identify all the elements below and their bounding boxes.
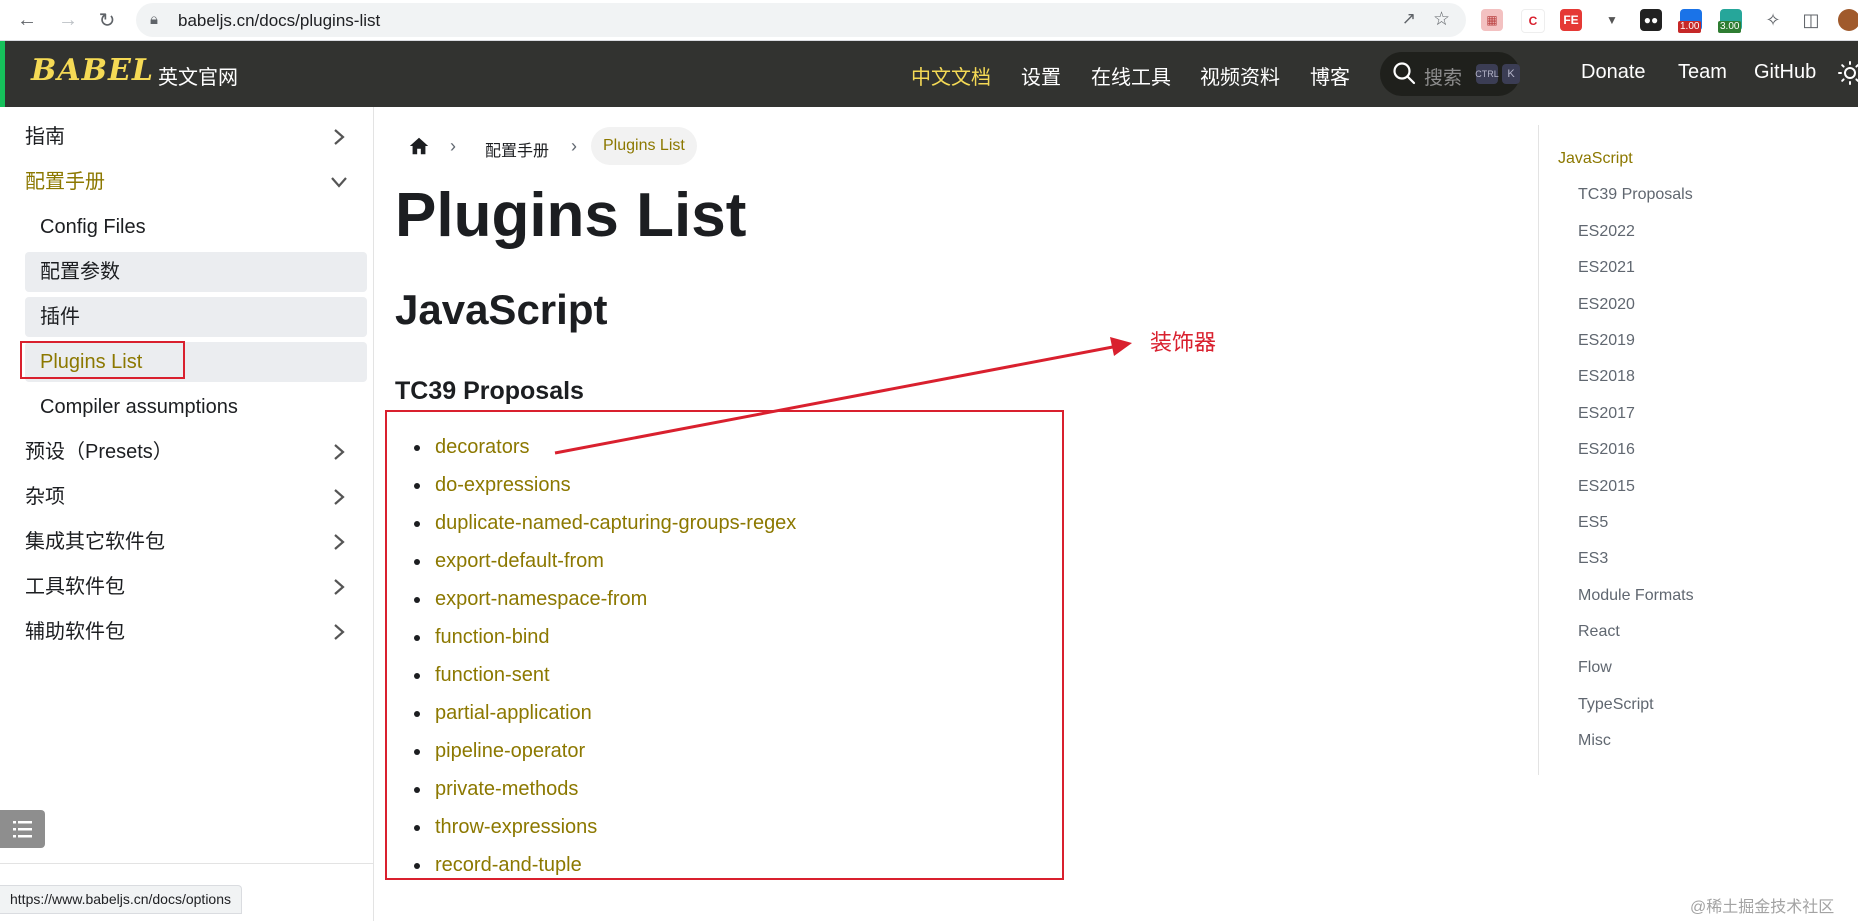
site-navbar: BABEL 英文官网 中文文档 设置 在线工具 视频资料 博客 搜索 CTRL … <box>0 41 1858 107</box>
annotation-label: 装饰器 <box>1150 330 1217 355</box>
extension-icon-1[interactable]: ▦ <box>1481 9 1503 31</box>
reload-icon[interactable]: ↻ <box>94 7 120 33</box>
chevron-right-icon[interactable] <box>329 622 349 642</box>
toc-item-es2016[interactable]: ES2016 <box>1578 441 1635 459</box>
toc-item-react[interactable]: React <box>1578 623 1620 641</box>
nav-english-site-link[interactable]: 英文官网 <box>158 61 238 90</box>
nav-item-blog[interactable]: 博客 <box>1310 61 1350 90</box>
search-button[interactable]: 搜索 CTRL K <box>1380 52 1520 96</box>
kbd-ctrl: CTRL <box>1475 64 1499 84</box>
extension-badge-2: 3.00 <box>1718 21 1742 33</box>
chevron-right-icon[interactable] <box>329 442 349 462</box>
sidebar-item-config-manual[interactable]: 配置手册 <box>25 162 367 202</box>
sidebar-item-tooling[interactable]: 工具软件包 <box>25 567 367 607</box>
toc-item-flow[interactable]: Flow <box>1578 659 1612 677</box>
sidebar-item-presets[interactable]: 预设（Presets） <box>25 432 367 472</box>
extensions-puzzle-icon[interactable]: ✧ <box>1762 9 1784 31</box>
docs-sidebar: 指南 配置手册 Config Files 配置参数 插件 Plugins Lis… <box>0 107 374 921</box>
bookmark-star-icon[interactable]: ☆ <box>1433 8 1450 31</box>
kbd-k: K <box>1502 64 1520 84</box>
lock-icon[interactable]: 🔒︎ <box>150 11 158 28</box>
browser-toolbar: ← → ↻ 🔒︎ babeljs.cn/docs/plugins-list ↗ … <box>0 0 1858 41</box>
toc-item-tc39-proposals[interactable]: TC39 Proposals <box>1578 186 1693 204</box>
nav-item-donate[interactable]: Donate <box>1581 61 1646 84</box>
toc-item-es3[interactable]: ES3 <box>1578 550 1608 568</box>
nav-item-setup[interactable]: 设置 <box>1021 61 1061 90</box>
sidebar-item-guide[interactable]: 指南 <box>25 117 367 157</box>
toc-item-javascript[interactable]: JavaScript <box>1558 150 1633 168</box>
sidebar-item-config-files[interactable]: Config Files <box>25 207 367 247</box>
sidebar-item-label: 预设（Presets） <box>25 441 173 463</box>
toc-item-es2017[interactable]: ES2017 <box>1578 405 1635 423</box>
sidebar-item-label: 指南 <box>25 126 65 148</box>
navbar-accent-strip <box>0 41 5 107</box>
section-heading-javascript: JavaScript <box>395 286 608 333</box>
breadcrumb-item-current: Plugins List <box>591 127 697 165</box>
extension-icon-2[interactable]: C <box>1521 9 1545 33</box>
chevron-right-icon[interactable] <box>329 487 349 507</box>
sidebar-item-integrations[interactable]: 集成其它软件包 <box>25 522 367 562</box>
sidebar-item-misc[interactable]: 杂项 <box>25 477 367 517</box>
nav-item-docs[interactable]: 中文文档 <box>911 61 991 90</box>
toc-divider <box>1538 125 1539 775</box>
address-bar[interactable]: 🔒︎ babeljs.cn/docs/plugins-list ↗ ☆ <box>136 3 1466 37</box>
url-text[interactable]: babeljs.cn/docs/plugins-list <box>178 11 380 31</box>
profile-avatar[interactable] <box>1838 9 1858 31</box>
toc-item-es2022[interactable]: ES2022 <box>1578 223 1635 241</box>
extension-icon-fe[interactable]: FE <box>1560 9 1582 31</box>
nav-item-tools[interactable]: 在线工具 <box>1091 61 1171 90</box>
chevron-right-icon[interactable] <box>329 127 349 147</box>
toc-item-es2021[interactable]: ES2021 <box>1578 259 1635 277</box>
sidebar-item-label: 配置手册 <box>25 171 105 193</box>
extension-badge-1: 1.00 <box>1678 21 1702 33</box>
toc-item-es5[interactable]: ES5 <box>1578 514 1608 532</box>
chevron-right-icon[interactable] <box>329 532 349 552</box>
breadcrumb-item-config-manual[interactable]: 配置手册 <box>485 137 549 161</box>
extension-icon-vue[interactable]: ▼ <box>1601 9 1623 31</box>
list-icon <box>13 821 32 838</box>
sidebar-item-label: 杂项 <box>25 486 65 508</box>
babel-logo[interactable]: BABEL <box>31 53 154 88</box>
sidebar-item-options[interactable]: 配置参数 <box>25 252 367 292</box>
toc-toggle-button[interactable] <box>0 810 45 848</box>
sidebar-item-label: 辅助软件包 <box>25 621 125 643</box>
home-icon[interactable] <box>408 135 430 157</box>
share-icon[interactable]: ↗ <box>1402 9 1416 29</box>
theme-toggle-icon[interactable] <box>1838 61 1858 85</box>
toc-item-es2015[interactable]: ES2015 <box>1578 478 1635 496</box>
toc-item-misc[interactable]: Misc <box>1578 732 1611 750</box>
nav-item-github[interactable]: GitHub <box>1754 61 1816 84</box>
breadcrumb-separator-icon: › <box>571 136 577 156</box>
search-placeholder: 搜索 <box>1424 68 1463 89</box>
back-icon[interactable]: ← <box>14 7 40 33</box>
toc-item-es2020[interactable]: ES2020 <box>1578 296 1635 314</box>
nav-item-videos[interactable]: 视频资料 <box>1200 61 1280 90</box>
extension-icon-glasses[interactable]: ●● <box>1640 9 1662 31</box>
forward-icon[interactable]: → <box>55 7 81 33</box>
watermark: @稀土掘金技术社区 <box>1690 899 1835 916</box>
sidebar-item-label: 工具软件包 <box>25 576 125 598</box>
sidebar-item-label: 集成其它软件包 <box>25 531 165 553</box>
nav-item-team[interactable]: Team <box>1678 61 1727 84</box>
browser-status-bar: https://www.babeljs.cn/docs/options <box>0 885 243 914</box>
toc-item-es2018[interactable]: ES2018 <box>1578 368 1635 386</box>
sidebar-item-plugins[interactable]: 插件 <box>25 297 367 337</box>
chevron-right-icon[interactable] <box>329 577 349 597</box>
subsection-heading-tc39: TC39 Proposals <box>395 377 584 405</box>
toc-item-module-formats[interactable]: Module Formats <box>1578 587 1694 605</box>
annotation-highlight-box <box>385 410 1064 880</box>
page-title: Plugins List <box>395 181 747 250</box>
sidebar-item-helpers[interactable]: 辅助软件包 <box>25 612 367 652</box>
annotation-highlight-sidebar <box>20 341 185 379</box>
search-icon <box>1393 62 1416 85</box>
sidebar-item-compiler-assumptions[interactable]: Compiler assumptions <box>25 387 367 427</box>
toc-item-es2019[interactable]: ES2019 <box>1578 332 1635 350</box>
chevron-down-icon[interactable] <box>329 172 349 192</box>
toc-item-typescript[interactable]: TypeScript <box>1578 696 1654 714</box>
side-panel-icon[interactable]: ◫ <box>1800 9 1822 31</box>
breadcrumb-separator-icon: › <box>450 136 456 156</box>
sidebar-footer-divider <box>0 863 373 864</box>
